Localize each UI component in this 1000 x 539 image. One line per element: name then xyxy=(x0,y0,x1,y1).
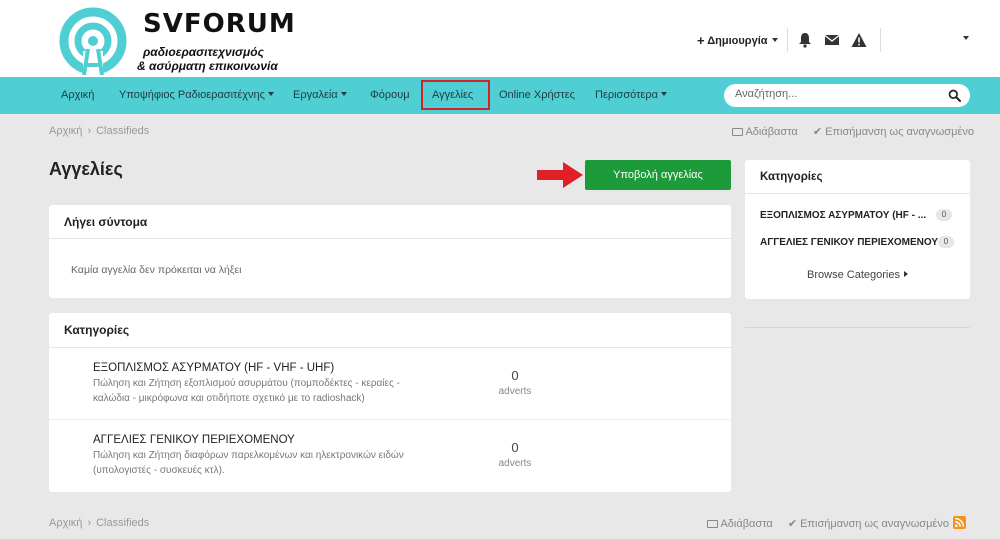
category-advert-unit: adverts xyxy=(498,386,532,397)
logo-subtitle-line1: ραδιοερασιτεχνισμός xyxy=(143,45,264,59)
sidebar-categories-widget: Κατηγορίες ΕΞΟΠΛΙΣΜΟΣ ΑΣΥΡΜΑΤΟΥ (HF - ..… xyxy=(745,160,970,299)
search-box xyxy=(724,84,970,107)
search-icon[interactable] xyxy=(948,89,961,102)
category-advert-unit: adverts xyxy=(498,458,532,469)
page-actions-bottom: Αδιάβαστα ✔ Επισήμανση ως αναγνωσμένο xyxy=(707,517,949,530)
breadcrumb-current[interactable]: Classifieds xyxy=(96,517,149,529)
activity-label: Αδιάβαστα xyxy=(745,126,798,138)
logo-name: SVFORUM xyxy=(143,9,296,39)
activity-label: Αδιάβαστα xyxy=(720,518,773,530)
nav-item-label: Υποψήφιος Ραδιοερασιτέχνης xyxy=(119,89,265,101)
browse-categories-label: Browse Categories xyxy=(807,269,900,281)
breadcrumb-separator-icon: › xyxy=(87,517,92,529)
red-arrow-icon xyxy=(537,162,583,188)
browse-categories-link[interactable]: Browse Categories xyxy=(745,269,970,281)
nav-item-tools[interactable]: Εργαλεία xyxy=(293,77,347,114)
nav-item-label: Φόρουμ xyxy=(370,89,410,101)
empty-message: Καμία αγγελία δεν πρόκειται να λήξει xyxy=(71,264,242,276)
breadcrumb-current[interactable]: Classifieds xyxy=(96,125,149,137)
chevron-down-icon xyxy=(340,92,347,96)
sidebar-category-count: 0 xyxy=(938,236,954,248)
check-icon: ✔ xyxy=(787,518,798,530)
user-menu-chevron-icon[interactable] xyxy=(963,36,969,40)
sidebar-title: Κατηγορίες xyxy=(745,160,970,194)
category-advert-count: 0 xyxy=(511,368,519,383)
warning-icon[interactable] xyxy=(851,32,867,48)
header-divider xyxy=(880,28,881,52)
category-row[interactable]: ΑΓΓΕΛΙΕΣ ΓΕΝΙΚΟΥ ΠΕΡΙΕΧΟΜΕΝΟΥ Πώληση και… xyxy=(49,420,731,492)
sidebar-category-count: 0 xyxy=(936,209,952,221)
breadcrumb-separator-icon: › xyxy=(87,125,92,137)
mark-read-link[interactable]: ✔ Επισήμανση ως αναγνωσμένο xyxy=(788,518,949,530)
category-description: Πώληση και Ζήτηση εξοπλισμού ασυρμάτου (… xyxy=(93,378,400,404)
category-description: Πώληση και Ζήτηση διαφόρων παρελκομένων … xyxy=(93,450,404,476)
breadcrumb-home[interactable]: Αρχική xyxy=(49,517,82,529)
sidebar-category-link[interactable]: ΑΓΓΕΛΙΕΣ ΓΕΝΙΚΟΥ ΠΕΡΙΕΧΟΜΕΝΟΥ xyxy=(760,237,938,248)
chevron-right-icon xyxy=(903,271,908,277)
activity-link[interactable]: Αδιάβαστα xyxy=(707,518,773,530)
chevron-down-icon xyxy=(267,92,274,96)
mark-read-link[interactable]: ✔ Επισήμανση ως αναγνωσμένο xyxy=(813,126,974,138)
expiring-soon-title: Λήγει σύντομα xyxy=(49,205,731,239)
logo-subtitle-line2: & ασύρματη επικοινωνία xyxy=(137,59,278,73)
nav-item-label: Online Χρήστες xyxy=(499,89,575,101)
category-advert-count: 0 xyxy=(511,440,519,455)
category-row[interactable]: ΕΞΟΠΛΙΣΜΟΣ ΑΣΥΡΜΑΤΟΥ (HF - VHF - UHF) Πώ… xyxy=(49,348,731,420)
mark-read-label: Επισήμανση ως αναγνωσμένο xyxy=(825,126,974,138)
category-name[interactable]: ΑΓΓΕΛΙΕΣ ΓΕΝΙΚΟΥ ΠΕΡΙΕΧΟΜΕΝΟΥ xyxy=(93,434,295,446)
nav-item-label: Εργαλεία xyxy=(293,89,338,101)
nav-item-candidate-ham[interactable]: Υποψήφιος Ραδιοερασιτέχνης xyxy=(119,77,274,114)
activity-link[interactable]: Αδιάβαστα xyxy=(732,126,798,138)
mark-read-label: Επισήμανση ως αναγνωσμένο xyxy=(800,518,949,530)
nav-item-home[interactable]: Αρχική xyxy=(61,77,94,114)
categories-card: Κατηγορίες ΕΞΟΠΛΙΣΜΟΣ ΑΣΥΡΜΑΤΟΥ (HF - VH… xyxy=(49,313,731,492)
site-header: SVFORUM ραδιοερασιτεχνισμός & ασύρματη ε… xyxy=(0,0,1000,77)
nav-item-more[interactable]: Περισσότερα xyxy=(595,77,667,114)
page-title: Αγγελίες xyxy=(49,159,123,179)
unread-icon xyxy=(732,128,743,136)
active-nav-highlight xyxy=(421,80,490,110)
category-name[interactable]: ΕΞΟΠΛΙΣΜΟΣ ΑΣΥΡΜΑΤΟΥ (HF - VHF - UHF) xyxy=(93,362,334,374)
site-logo[interactable]: SVFORUM ραδιοερασιτεχνισμός & ασύρματη ε… xyxy=(57,5,295,75)
plus-icon: + xyxy=(697,33,705,48)
search-input[interactable] xyxy=(735,88,935,100)
nav-item-forums[interactable]: Φόρουμ xyxy=(370,77,410,114)
categories-title: Κατηγορίες xyxy=(49,313,731,348)
unread-icon xyxy=(707,520,718,528)
nav-item-label: Περισσότερα xyxy=(595,89,658,101)
breadcrumb-home[interactable]: Αρχική xyxy=(49,125,82,137)
expiring-soon-card: Λήγει σύντομα Καμία αγγελία δεν πρόκειτα… xyxy=(49,205,731,298)
chevron-down-icon xyxy=(660,92,667,96)
create-button[interactable]: + Δημιουργία xyxy=(697,33,778,48)
breadcrumb: Αρχική › Classifieds xyxy=(49,125,149,137)
nav-item-label: Αρχική xyxy=(61,89,95,101)
antenna-logo-icon xyxy=(59,7,127,75)
page-actions: Αδιάβαστα ✔ Επισήμανση ως αναγνωσμένο xyxy=(732,125,974,138)
sidebar-divider xyxy=(745,327,970,328)
create-label: Δημιουργία xyxy=(707,35,768,47)
bell-icon[interactable] xyxy=(797,32,813,48)
check-icon: ✔ xyxy=(812,126,823,138)
submit-advert-button[interactable]: Υποβολή αγγελίας xyxy=(585,160,731,190)
sidebar-category-link[interactable]: ΕΞΟΠΛΙΣΜΟΣ ΑΣΥΡΜΑΤΟΥ (HF - ... xyxy=(760,210,926,221)
breadcrumb-bottom: Αρχική › Classifieds xyxy=(49,517,149,529)
rss-icon[interactable] xyxy=(953,516,966,529)
header-divider xyxy=(787,28,788,52)
envelope-icon[interactable] xyxy=(824,32,840,48)
chevron-down-icon xyxy=(771,38,778,42)
nav-item-online-users[interactable]: Online Χρήστες xyxy=(499,77,575,114)
